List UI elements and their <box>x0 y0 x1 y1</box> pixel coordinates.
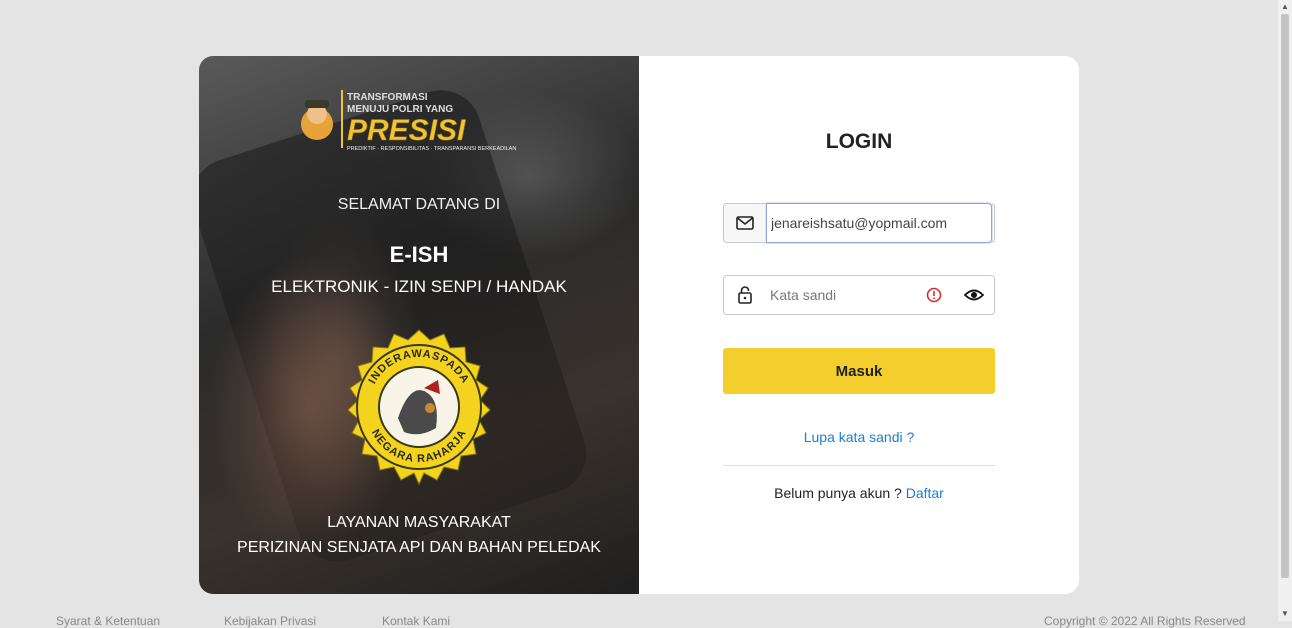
inderawaspada-emblem: INDERAWASPADA NEGARA RAHARJA <box>347 329 491 486</box>
password-field <box>723 275 995 315</box>
lock-icon <box>724 276 766 314</box>
service-line-2: PERIZINAN SENJATA API DAN BAHAN PELEDAK <box>237 539 601 556</box>
app-name: E-ISH <box>389 242 449 267</box>
mail-icon <box>724 204 767 242</box>
login-title: LOGIN <box>825 130 893 153</box>
footer-contact-link[interactable]: Kontak Kami <box>382 614 450 628</box>
eye-icon[interactable] <box>964 287 984 303</box>
presisi-logo: TRANSFORMASI MENUJU POLRI YANG PRESISI P… <box>301 90 516 152</box>
service-line-1: LAYANAN MASYARAKAT <box>327 514 511 531</box>
password-input[interactable] <box>766 276 920 314</box>
welcome-panel: TRANSFORMASI MENUJU POLRI YANG PRESISI P… <box>199 56 639 594</box>
footer-terms-link[interactable]: Syarat & Ketentuan <box>56 614 160 628</box>
welcome-text: SELAMAT DATANG DI <box>337 196 501 213</box>
login-card: TRANSFORMASI MENUJU POLRI YANG PRESISI P… <box>199 56 1079 594</box>
app-subtitle: ELEKTRONIK - IZIN SENPI / HANDAK <box>271 277 567 296</box>
login-panel: LOGIN Masuk Lupa kata sandi ? Belum puny… <box>639 56 1079 594</box>
footer-privacy-link[interactable]: Kebijakan Privasi <box>224 614 316 628</box>
signup-link[interactable]: Daftar <box>906 485 944 501</box>
signup-line: Belum punya akun ? Daftar <box>639 485 1079 501</box>
logo-line1: TRANSFORMASI <box>347 92 428 103</box>
scroll-thumb[interactable] <box>1281 14 1289 578</box>
email-field <box>723 203 995 243</box>
scroll-up-arrow-icon[interactable]: ▲ <box>1280 2 1290 12</box>
footer-copyright: Copyright © 2022 All Rights Reserved <box>1044 614 1246 628</box>
warning-icon <box>926 287 942 303</box>
signup-prompt: Belum punya akun ? <box>774 485 902 501</box>
page-scrollbar[interactable]: ▲ ▼ <box>1278 0 1292 621</box>
divider <box>723 465 995 466</box>
logo-word: PRESISI <box>347 114 466 147</box>
login-button[interactable]: Masuk <box>723 348 995 394</box>
email-input[interactable] <box>766 203 992 243</box>
logo-tagline: PREDIKTIF · RESPONSIBILITAS · TRANSPARAN… <box>347 146 516 152</box>
scroll-down-arrow-icon[interactable]: ▼ <box>1280 609 1290 619</box>
forgot-password-link[interactable]: Lupa kata sandi ? <box>639 429 1079 445</box>
